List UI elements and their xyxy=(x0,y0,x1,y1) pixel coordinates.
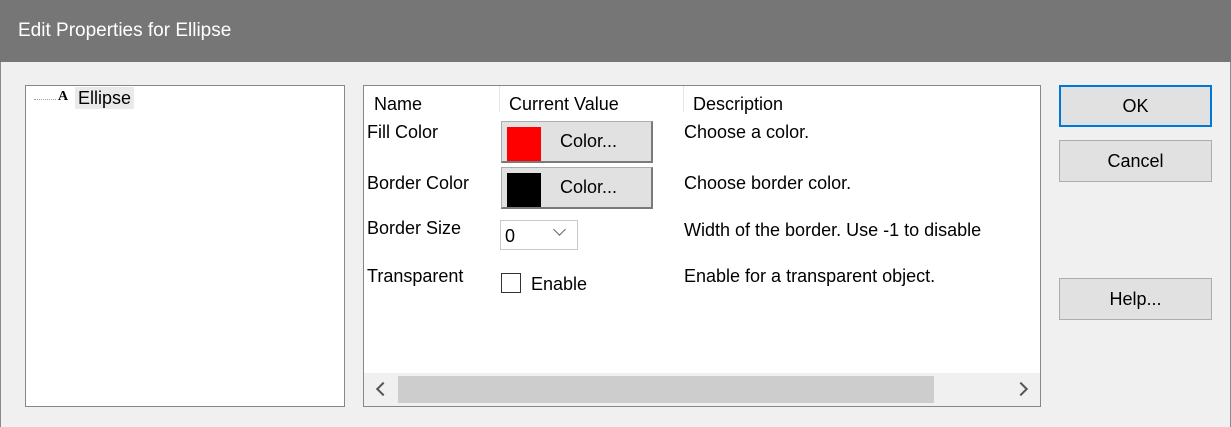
title-bar: Edit Properties for Ellipse xyxy=(0,0,1231,62)
tree-connector xyxy=(34,99,56,100)
scroll-left-icon[interactable] xyxy=(375,381,391,397)
property-name-border-color: Border Color xyxy=(367,173,470,193)
border-color-button[interactable]: Color... xyxy=(501,167,653,209)
description-border-size: Width of the border. Use -1 to disable xyxy=(684,220,982,240)
property-grid: Name Current Value Description Fill Colo… xyxy=(363,85,1041,407)
description-border-color: Choose border color. xyxy=(684,173,852,193)
window-title: Edit Properties for Ellipse xyxy=(18,20,232,41)
help-button[interactable]: Help... xyxy=(1059,278,1212,320)
property-name-fill-color: Fill Color xyxy=(367,122,439,142)
column-header-description[interactable]: Description xyxy=(693,86,783,114)
fill-color-button-label: Color... xyxy=(560,131,618,151)
column-header-name[interactable]: Name xyxy=(374,86,422,114)
cancel-button[interactable]: Cancel xyxy=(1059,140,1212,182)
transparent-enable-label[interactable]: Enable xyxy=(531,274,587,295)
horizontal-scrollbar[interactable] xyxy=(364,373,1040,406)
column-divider[interactable] xyxy=(683,86,684,112)
scroll-thumb[interactable] xyxy=(398,376,934,403)
ok-button[interactable]: OK xyxy=(1059,85,1212,127)
fill-color-swatch xyxy=(507,127,541,161)
column-divider[interactable] xyxy=(499,86,500,112)
border-color-button-label: Color... xyxy=(560,177,618,197)
border-size-value: 0 xyxy=(505,226,516,246)
scroll-right-icon[interactable] xyxy=(1013,381,1029,397)
text-object-icon: A xyxy=(58,89,69,104)
transparent-enable-checkbox[interactable] xyxy=(501,273,521,293)
border-color-swatch xyxy=(507,173,541,207)
fill-color-button[interactable]: Color... xyxy=(501,121,653,163)
column-header-current-value[interactable]: Current Value xyxy=(509,86,619,114)
description-transparent: Enable for a transparent object. xyxy=(684,266,936,286)
property-name-border-size: Border Size xyxy=(367,218,462,238)
window-border-left xyxy=(0,62,1,427)
object-tree[interactable]: A Ellipse xyxy=(25,85,345,407)
chevron-down-icon xyxy=(553,223,566,236)
description-fill-color: Choose a color. xyxy=(684,122,810,142)
tree-item-ellipse[interactable]: Ellipse xyxy=(75,87,135,109)
property-name-transparent: Transparent xyxy=(367,266,464,286)
border-size-select[interactable]: 0 xyxy=(500,220,578,250)
